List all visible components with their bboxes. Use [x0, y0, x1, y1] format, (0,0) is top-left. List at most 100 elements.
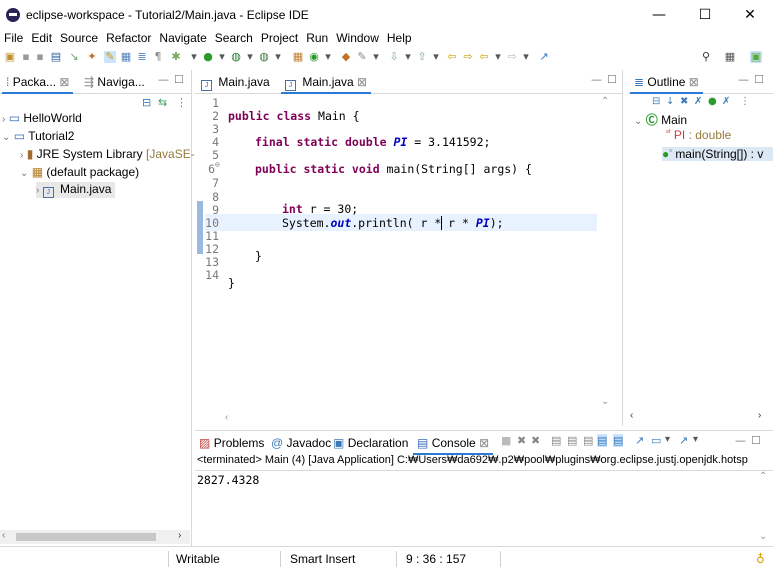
dropdown-arrow-icon[interactable]: ▾	[693, 434, 698, 445]
dropdown-arrow-icon[interactable]: ▾	[216, 51, 228, 63]
menu-run[interactable]: Run	[302, 30, 332, 46]
sort-icon[interactable]: ↓	[666, 96, 674, 107]
view-menu-icon[interactable]: ⋮	[176, 96, 187, 109]
menu-project[interactable]: Project	[257, 30, 302, 46]
hide-fields-icon[interactable]: ✖	[680, 96, 688, 107]
tab-console[interactable]: ▤ Console ⊠	[413, 433, 494, 455]
remove-launch-icon[interactable]: ✖	[517, 434, 526, 447]
tree-item-helloworld[interactable]: › ▭ HelloWorld	[2, 111, 82, 125]
outline-horizontal-scrollbar[interactable]: ‹ ›	[628, 410, 773, 424]
tip-lightbulb-icon[interactable]: ♁	[756, 552, 765, 566]
block-selection-icon[interactable]: ▦	[120, 51, 132, 63]
scroll-right-icon[interactable]: ›	[178, 530, 181, 541]
remove-all-icon[interactable]: ✖	[531, 434, 540, 447]
pin-console-icon[interactable]: ↗	[635, 434, 644, 447]
tab-outline[interactable]: ≣ Outline ⊠	[630, 72, 703, 94]
minimize-button[interactable]: —	[636, 4, 682, 26]
hide-local-types-icon[interactable]: ✗	[722, 96, 730, 107]
dropdown-arrow-icon[interactable]: ▾	[402, 51, 414, 63]
maximize-view-icon[interactable]: ☐	[754, 73, 764, 86]
tab-navigator[interactable]: ⇶ Naviga...	[80, 72, 149, 94]
open-type-icon[interactable]: ✦	[86, 51, 98, 63]
scroll-left-icon[interactable]: ‹	[225, 412, 228, 423]
pilcrow-icon[interactable]: ¶	[152, 51, 164, 63]
dropdown-arrow-icon[interactable]: ▾	[520, 51, 532, 63]
collapse-all-icon[interactable]: ⊟	[652, 96, 660, 107]
tree-item-jre-library[interactable]: › ▮ JRE System Library [JavaSE-	[20, 147, 195, 161]
menu-edit[interactable]: Edit	[27, 30, 56, 46]
menu-source[interactable]: Source	[56, 30, 102, 46]
outline-item-class[interactable]: ⌄ Ⓒ Main	[634, 111, 687, 128]
terminate-icon[interactable]: ■	[501, 434, 511, 447]
show-stderr-icon[interactable]: ▤	[613, 434, 624, 447]
dropdown-arrow-icon[interactable]: ▾	[272, 51, 284, 63]
back-icon[interactable]: ⇦	[478, 51, 490, 63]
scroll-down-icon[interactable]: ⌄	[759, 531, 767, 542]
outline-item-method[interactable]: ●ˢ main(String[]) : v	[662, 147, 773, 161]
search-icon[interactable]: ⚲	[700, 51, 712, 63]
open-task-icon[interactable]: ◆	[340, 51, 352, 63]
dropdown-arrow-icon[interactable]: ▾	[492, 51, 504, 63]
tab-package-explorer[interactable]: ⁞ Packa... ⊠	[2, 72, 74, 94]
mark-occurrences-icon[interactable]: ✎	[104, 51, 116, 63]
dropdown-arrow-icon[interactable]: ▾	[370, 51, 382, 63]
hide-static-icon[interactable]: ✗	[694, 96, 702, 107]
link-editor-icon[interactable]: ⇆	[158, 96, 167, 109]
previous-annotation-icon[interactable]: ⇧	[416, 51, 428, 63]
close-icon[interactable]: ⊠	[357, 75, 367, 89]
show-stdout-icon[interactable]: ▤	[597, 434, 608, 447]
open-perspective-icon[interactable]: ▦	[724, 51, 736, 63]
dropdown-arrow-icon[interactable]: ▾	[188, 51, 200, 63]
menu-help[interactable]: Help	[383, 30, 416, 46]
scroll-left-icon[interactable]: ‹	[2, 530, 5, 541]
terminal-icon[interactable]: ▤	[50, 51, 62, 63]
search-tool-icon[interactable]: ✎	[356, 51, 368, 63]
console-vertical-scrollbar[interactable]: ⌃ ⌄	[757, 471, 771, 545]
menu-window[interactable]: Window	[332, 30, 383, 46]
horizontal-scrollbar[interactable]: ‹ ›	[0, 530, 190, 544]
close-icon[interactable]: ⊠	[689, 75, 699, 89]
fold-icon[interactable]: ⊖	[215, 160, 220, 169]
menu-file[interactable]: File	[0, 30, 27, 46]
editor-vertical-scrollbar[interactable]: ⌃ ⌄	[599, 96, 613, 412]
close-icon[interactable]: ⊠	[59, 75, 69, 89]
editor-horizontal-scrollbar[interactable]: ‹	[219, 412, 599, 426]
tab-main-java-1[interactable]: J Main.java	[197, 72, 274, 94]
word-wrap-icon[interactable]: ▤	[583, 434, 593, 447]
run-icon[interactable]: ●	[202, 51, 214, 63]
dropdown-arrow-icon[interactable]: ▾	[665, 434, 670, 445]
external-tools-icon[interactable]: ◍	[258, 51, 270, 63]
tab-javadoc[interactable]: @ Javadoc	[267, 433, 335, 455]
tree-item-default-package[interactable]: ⌄ ▦ (default package)	[20, 165, 139, 179]
coverage-icon[interactable]: ◍	[230, 51, 242, 63]
pin-editor-icon[interactable]: ↗	[538, 51, 550, 63]
dropdown-arrow-icon[interactable]: ▾	[430, 51, 442, 63]
minimize-view-icon[interactable]: —	[738, 73, 749, 86]
minimize-view-icon[interactable]: —	[158, 73, 169, 86]
dropdown-arrow-icon[interactable]: ▾	[322, 51, 334, 63]
view-menu-icon[interactable]: ⋮	[740, 96, 750, 107]
save-all-icon[interactable]: ▪	[34, 51, 46, 63]
close-icon[interactable]: ⊠	[479, 436, 489, 450]
tree-item-tutorial2[interactable]: ⌄ ▭ Tutorial2	[2, 129, 74, 143]
menu-navigate[interactable]: Navigate	[155, 30, 210, 46]
menu-search[interactable]: Search	[211, 30, 257, 46]
scroll-up-icon[interactable]: ⌃	[759, 471, 767, 482]
close-button[interactable]: ✕	[727, 4, 773, 26]
clear-console-icon[interactable]: ▤	[551, 434, 561, 447]
scrollbar-thumb[interactable]	[16, 533, 156, 541]
scroll-right-icon[interactable]: ›	[758, 410, 761, 421]
new-icon[interactable]: ▣	[4, 51, 16, 63]
display-console-icon[interactable]: ▭	[651, 434, 661, 447]
new-class-icon[interactable]: ◉	[308, 51, 320, 63]
tab-main-java-2[interactable]: J Main.java ⊠	[281, 72, 372, 94]
debug-icon[interactable]: ✱	[170, 51, 182, 63]
tab-declaration[interactable]: ▣ Declaration	[329, 433, 412, 455]
menu-refactor[interactable]: Refactor	[102, 30, 155, 46]
skip-breakpoints-icon[interactable]: ↘	[68, 51, 80, 63]
java-perspective-icon[interactable]: ▣	[750, 51, 762, 63]
show-whitespace-icon[interactable]: ≣	[136, 51, 148, 63]
forward-icon[interactable]: ⇨	[506, 51, 518, 63]
last-edit-forward-icon[interactable]: ⇨	[462, 51, 474, 63]
outline-item-field[interactable]: ˢᶠ PI : double	[666, 128, 731, 142]
